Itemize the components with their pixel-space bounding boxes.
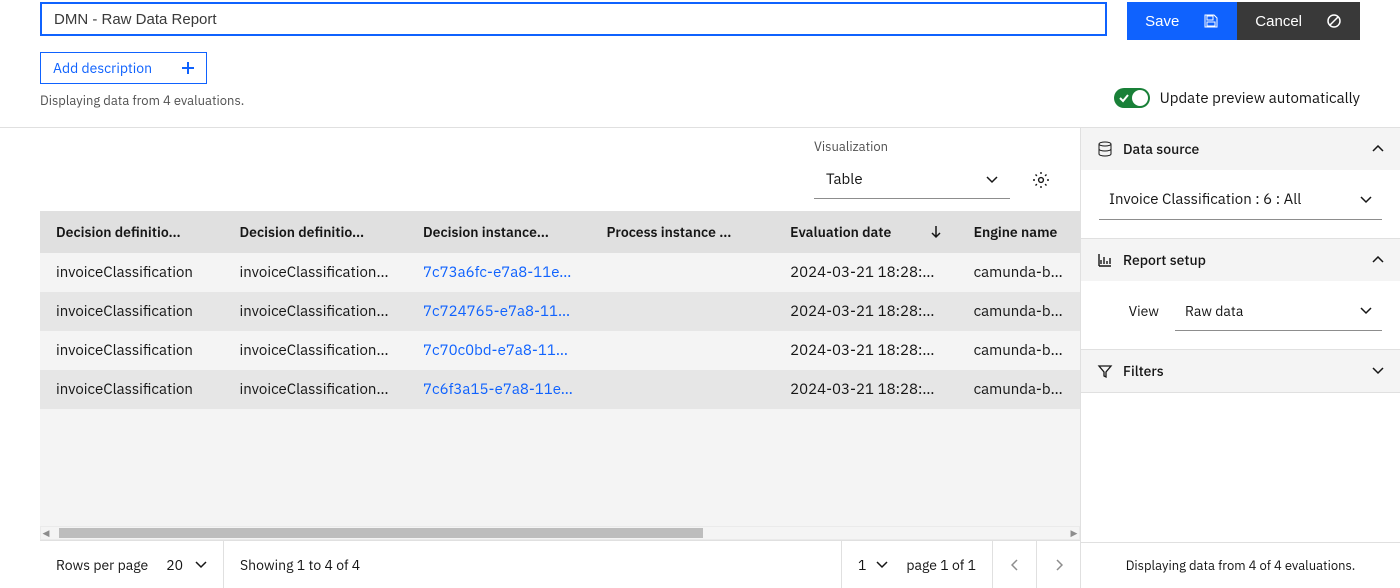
col-decision-def-key[interactable]: Decision definitio… [40, 211, 224, 253]
add-description-button[interactable]: Add description [40, 52, 207, 84]
decision-instance-link[interactable]: 7c724765-e7a8-11e… [407, 292, 591, 331]
add-description-label: Add description [53, 59, 152, 77]
right-panel-footer: Displaying data from 4 of 4 evaluations. [1081, 542, 1400, 588]
table-cell: invoiceClassification:… [224, 292, 408, 331]
caret-left-icon [1011, 559, 1019, 571]
col-decision-def-id[interactable]: Decision definitio… [224, 211, 408, 253]
table-cell: invoiceClassification [40, 253, 224, 292]
table-cell [591, 253, 775, 292]
chevron-down-icon [1360, 307, 1372, 315]
chevron-down-icon [986, 176, 998, 184]
caret-right-icon [1055, 559, 1063, 571]
chevron-down-icon [1372, 367, 1384, 375]
visualization-value: Table [826, 170, 863, 189]
plus-icon [182, 62, 194, 74]
table-cell: camunda-bpm [958, 292, 1080, 331]
decision-instance-link[interactable]: 7c73a6fc-e7a8-11e… [407, 253, 591, 292]
table-cell: invoiceClassification:… [224, 331, 408, 370]
table-cell [591, 292, 775, 331]
view-label: View [1099, 302, 1159, 320]
col-evaluation-date[interactable]: Evaluation date [774, 211, 958, 253]
check-icon [1118, 92, 1130, 104]
cancel-icon [1326, 13, 1342, 29]
table-cell: invoiceClassification [40, 331, 224, 370]
table-cell: invoiceClassification [40, 292, 224, 331]
next-page-button[interactable] [1036, 541, 1080, 588]
table-cell: 2024-03-21 18:28:5… [774, 331, 958, 370]
table-row: invoiceClassificationinvoiceClassificati… [40, 370, 1080, 409]
table-cell [591, 370, 775, 409]
scroll-left-icon: ◀ [41, 528, 51, 539]
rows-per-page-label: Rows per page [56, 556, 148, 574]
evaluation-count-info: Displaying data from 4 evaluations. [40, 92, 1107, 109]
col-process-instance[interactable]: Process instance … [591, 211, 775, 253]
table-cell: camunda-bpm [958, 253, 1080, 292]
table-cell: 2024-03-21 18:28:5… [774, 292, 958, 331]
auto-preview-toggle[interactable] [1114, 88, 1150, 108]
table-row: invoiceClassificationinvoiceClassificati… [40, 253, 1080, 292]
table-cell: invoiceClassification:… [224, 253, 408, 292]
gear-icon [1032, 171, 1050, 189]
view-select[interactable]: Raw data [1175, 291, 1382, 331]
visualization-settings-button[interactable] [1022, 161, 1060, 199]
chevron-down-icon [195, 561, 207, 569]
data-source-section-toggle[interactable]: Data source [1081, 128, 1400, 170]
auto-preview-label: Update preview automatically [1160, 89, 1360, 108]
cancel-button[interactable]: Cancel [1237, 2, 1360, 40]
chevron-up-icon [1372, 256, 1384, 264]
save-button[interactable]: Save [1127, 2, 1237, 40]
page-of-label: page 1 of 1 [906, 556, 976, 574]
report-setup-section-toggle[interactable]: Report setup [1081, 239, 1400, 281]
chevron-down-icon [876, 561, 888, 569]
save-label: Save [1145, 13, 1179, 30]
table-cell: camunda-bpm [958, 331, 1080, 370]
filters-section-toggle[interactable]: Filters [1081, 350, 1400, 392]
scroll-right-icon: ▶ [1069, 528, 1079, 539]
rows-per-page-select[interactable]: 20 [166, 556, 207, 574]
table-row: invoiceClassificationinvoiceClassificati… [40, 331, 1080, 370]
table-cell [591, 331, 775, 370]
table-cell: invoiceClassification:… [224, 370, 408, 409]
filter-icon [1097, 363, 1113, 379]
view-value: Raw data [1185, 302, 1243, 320]
table-cell: 2024-03-21 18:28:5… [774, 253, 958, 292]
scroll-thumb[interactable] [59, 528, 703, 538]
table-cell: invoiceClassification [40, 370, 224, 409]
data-source-title: Data source [1123, 140, 1199, 158]
data-source-value: Invoice Classification : 6 : All [1109, 190, 1301, 209]
report-title-input[interactable] [40, 2, 1107, 36]
page-number-select[interactable]: 1 [858, 556, 888, 574]
raw-data-table: Decision definitio… Decision definitio… … [40, 211, 1080, 409]
data-source-select[interactable]: Invoice Classification : 6 : All [1099, 180, 1382, 220]
prev-page-button[interactable] [992, 541, 1036, 588]
chevron-down-icon [1360, 196, 1372, 204]
decision-instance-link[interactable]: 7c70c0bd-e7a8-11e… [407, 331, 591, 370]
table-cell: 2024-03-21 18:28:5… [774, 370, 958, 409]
col-decision-instance[interactable]: Decision instance… [407, 211, 591, 253]
database-icon [1097, 141, 1113, 157]
sort-desc-icon [930, 225, 942, 239]
decision-instance-link[interactable]: 7c6f3a15-e7a8-11e… [407, 370, 591, 409]
horizontal-scrollbar[interactable]: ◀ ▶ [40, 526, 1080, 540]
cancel-label: Cancel [1255, 13, 1302, 30]
chart-icon [1097, 252, 1113, 268]
table-cell: camunda-bpm [958, 370, 1080, 409]
chevron-up-icon [1372, 145, 1384, 153]
visualization-label: Visualization [814, 138, 1010, 155]
col-engine-name[interactable]: Engine name [958, 211, 1080, 253]
table-row: invoiceClassificationinvoiceClassificati… [40, 292, 1080, 331]
filters-title: Filters [1123, 362, 1164, 380]
showing-range: Showing 1 to 4 of 4 [240, 556, 360, 574]
visualization-select[interactable]: Table [814, 161, 1010, 199]
save-icon [1203, 13, 1219, 29]
report-setup-title: Report setup [1123, 251, 1206, 269]
